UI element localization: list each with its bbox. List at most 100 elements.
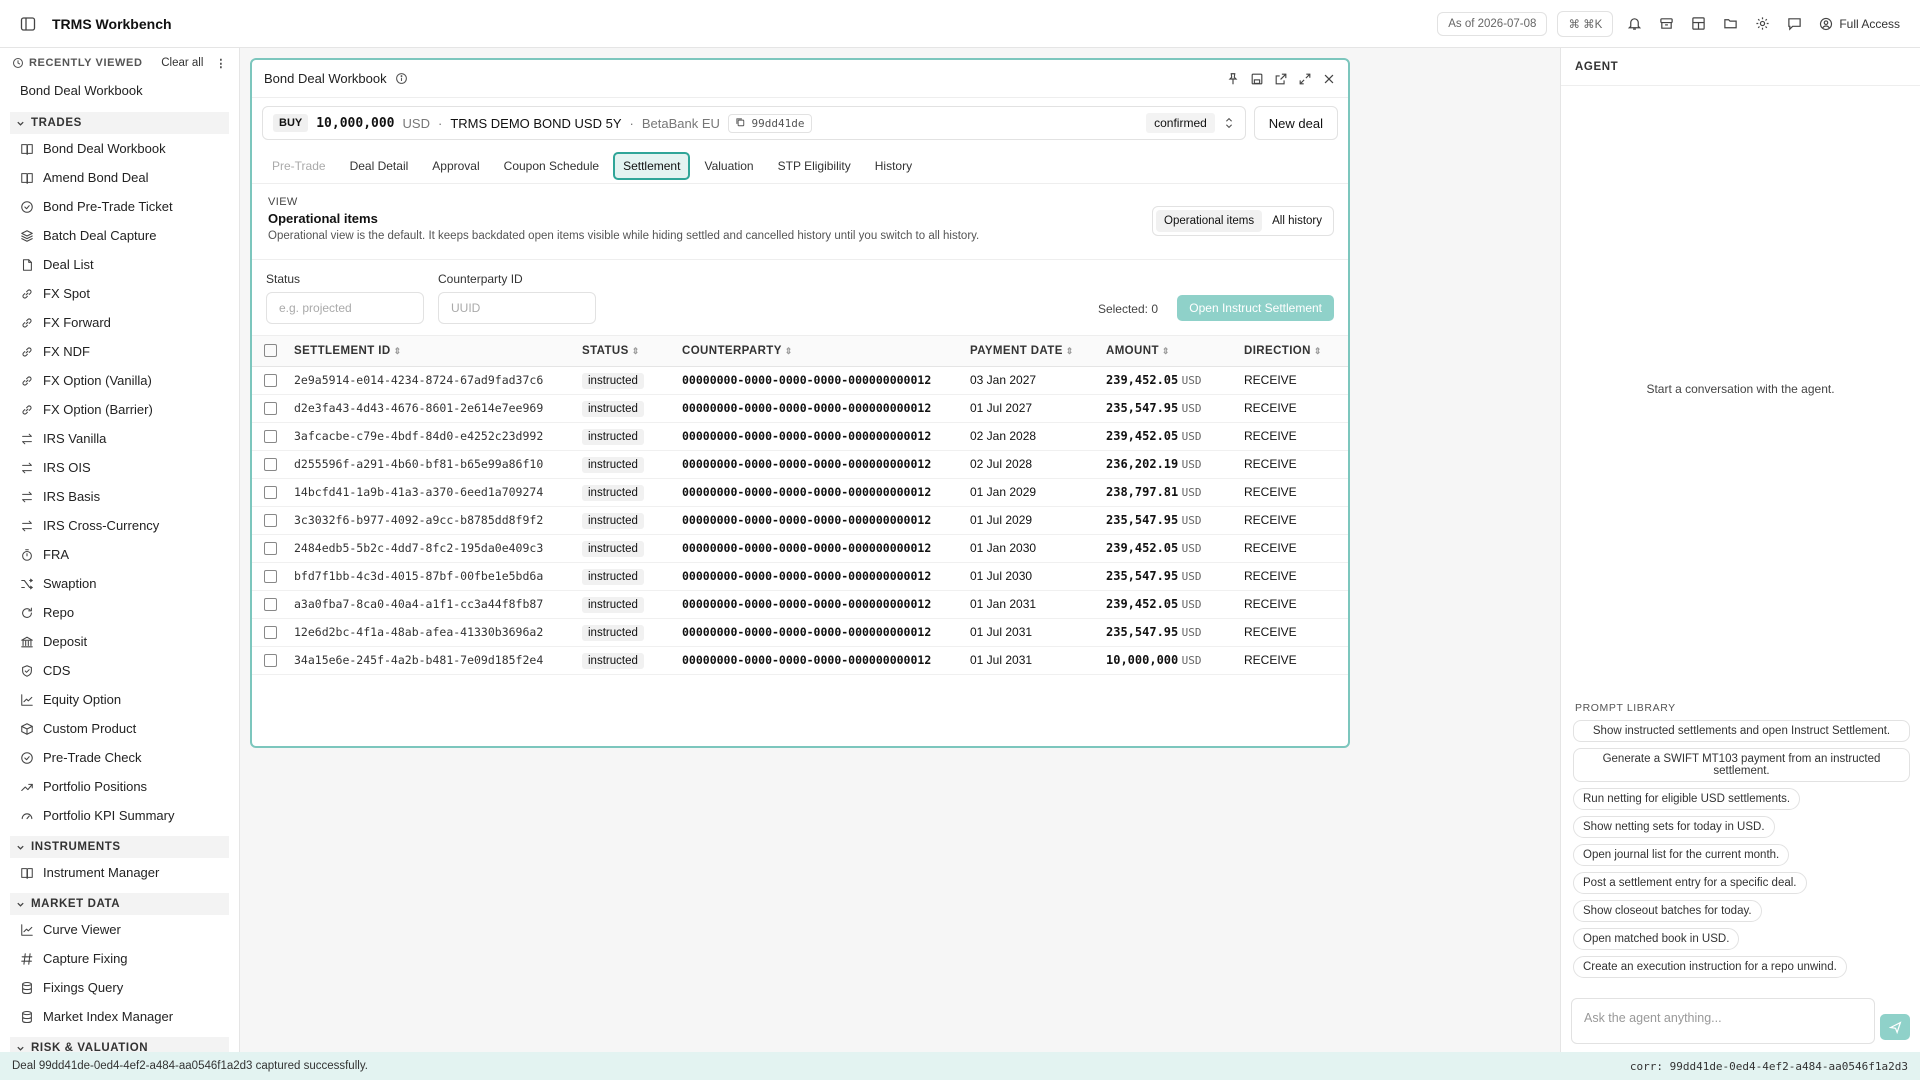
sidebar-item[interactable]: Capture Fixing — [0, 944, 239, 973]
tab-deal-detail[interactable]: Deal Detail — [340, 152, 419, 180]
sidebar-item[interactable]: Batch Deal Capture — [0, 221, 239, 250]
row-checkbox[interactable] — [264, 570, 277, 584]
sidebar-item[interactable]: Amend Bond Deal — [0, 163, 239, 192]
table-row[interactable]: 3afcacbe-c79e-4bdf-84d0-e4252c23d992 inst… — [252, 422, 1348, 451]
table-row[interactable]: 14bcfd41-1a9b-41a3-a370-6eed1a709274 inst… — [252, 478, 1348, 507]
select-all-checkbox[interactable] — [264, 344, 277, 358]
tab-history[interactable]: History — [865, 152, 922, 180]
clear-all-button[interactable]: Clear all — [161, 57, 203, 69]
sidebar-item[interactable]: FX Option (Vanilla) — [0, 366, 239, 395]
folder-icon[interactable] — [1719, 13, 1741, 35]
deal-status-select[interactable]: confirmed — [1146, 113, 1235, 133]
sidebar-item[interactable]: Repo — [0, 598, 239, 627]
sidebar-item[interactable]: IRS Cross-Currency — [0, 511, 239, 540]
table-row[interactable]: 2e9a5914-e014-4234-8724-67ad9fad37c6 inst… — [252, 366, 1348, 395]
row-checkbox[interactable] — [264, 430, 277, 444]
tab-stp-eligibility[interactable]: STP Eligibility — [768, 152, 861, 180]
sidebar-item[interactable]: Fixings Query — [0, 973, 239, 1002]
sidebar-item[interactable]: Deal List — [0, 250, 239, 279]
sidebar-item[interactable]: FRA — [0, 540, 239, 569]
prompt-chip[interactable]: Show closeout batches for today. — [1573, 900, 1762, 922]
counterparty-filter-input[interactable]: UUID — [438, 292, 596, 324]
info-icon[interactable] — [395, 72, 408, 85]
deal-id-chip[interactable]: 99dd41de — [727, 113, 812, 133]
table-row[interactable]: 12e6d2bc-4f1a-48ab-afea-41330b3696a2 inst… — [252, 618, 1348, 647]
row-checkbox[interactable] — [264, 458, 277, 472]
prompt-chip[interactable]: Open journal list for the current month. — [1573, 844, 1790, 866]
row-checkbox[interactable] — [264, 654, 277, 668]
col-payment-date[interactable]: PAYMENT DATE ⇕ — [970, 336, 1106, 367]
tab-coupon-schedule[interactable]: Coupon Schedule — [494, 152, 609, 180]
table-row[interactable]: a3a0fba7-8ca0-40a4-a1f1-cc3a44f8fb87 inst… — [252, 590, 1348, 619]
col-status[interactable]: STATUS ⇕ — [582, 336, 682, 367]
tab-pre-trade[interactable]: Pre-Trade — [262, 152, 336, 180]
sidebar-item[interactable]: Market Index Manager — [0, 1002, 239, 1031]
save-icon[interactable] — [1250, 72, 1264, 86]
gear-icon[interactable] — [1751, 13, 1773, 35]
table-row[interactable]: 3c3032f6-b977-4092-a9cc-b8785dd8f9f2 inst… — [252, 506, 1348, 535]
view-option-all-history[interactable]: All history — [1264, 210, 1330, 232]
status-filter-input[interactable]: e.g. projected — [266, 292, 424, 324]
prompt-chip[interactable]: Create an execution instruction for a re… — [1573, 956, 1847, 978]
view-option-operational[interactable]: Operational items — [1156, 210, 1263, 232]
row-checkbox[interactable] — [264, 514, 277, 528]
prompt-chip[interactable]: Show instructed settlements and open Ins… — [1573, 720, 1910, 742]
table-row[interactable]: d255596f-a291-4b60-bf81-b65e99a86f10 inst… — [252, 450, 1348, 479]
table-row[interactable]: 2484edb5-5b2c-4dd7-8fc2-195da0e409c3 inst… — [252, 534, 1348, 563]
table-row[interactable]: bfd7f1bb-4c3d-4015-87bf-00fbe1e5bd6a inst… — [252, 562, 1348, 591]
agent-input[interactable]: Ask the agent anything... — [1571, 998, 1875, 1044]
tab-settlement[interactable]: Settlement — [613, 151, 691, 180]
bell-icon[interactable] — [1623, 13, 1645, 35]
sidebar-item[interactable]: IRS Vanilla — [0, 424, 239, 453]
prompt-chip[interactable]: Open matched book in USD. — [1573, 928, 1740, 950]
table-row[interactable]: d2e3fa43-4d43-4676-8601-2e614e7ee969 inst… — [252, 394, 1348, 423]
recent-item[interactable]: Bond Deal Workbook — [0, 76, 239, 106]
table-row[interactable]: 34a15e6e-245f-4a2b-b481-7e09d185f2e4 inst… — [252, 646, 1348, 675]
sidebar-toggle-icon[interactable] — [14, 10, 42, 38]
sidebar-section-header[interactable]: INSTRUMENTS — [10, 836, 229, 858]
layout-icon[interactable] — [1687, 13, 1709, 35]
sidebar-item[interactable]: IRS OIS — [0, 453, 239, 482]
row-checkbox[interactable] — [264, 486, 277, 500]
new-deal-button[interactable]: New deal — [1253, 106, 1338, 140]
archive-icon[interactable] — [1655, 13, 1677, 35]
close-icon[interactable] — [1322, 72, 1336, 86]
sidebar-section-header[interactable]: TRADES — [10, 112, 229, 134]
command-palette-shortcut[interactable]: ⌘ ⌘K — [1557, 10, 1614, 37]
sidebar-section-header[interactable]: MARKET DATA — [10, 893, 229, 915]
col-amount[interactable]: AMOUNT ⇕ — [1106, 336, 1244, 367]
row-checkbox[interactable] — [264, 598, 277, 612]
pin-icon[interactable] — [1226, 72, 1240, 86]
row-checkbox[interactable] — [264, 374, 277, 388]
col-direction[interactable]: DIRECTION ⇕ — [1244, 336, 1348, 367]
access-indicator[interactable]: Full Access — [1819, 17, 1900, 31]
col-settlement-id[interactable]: SETTLEMENT ID ⇕ — [294, 336, 582, 367]
sidebar-item[interactable]: Portfolio KPI Summary — [0, 801, 239, 830]
sidebar-item[interactable]: FX Option (Barrier) — [0, 395, 239, 424]
sidebar-item[interactable]: IRS Basis — [0, 482, 239, 511]
more-vertical-icon[interactable]: ⋮ — [215, 57, 227, 70]
sidebar-item[interactable]: Bond Deal Workbook — [0, 134, 239, 163]
sidebar-item[interactable]: CDS — [0, 656, 239, 685]
tab-approval[interactable]: Approval — [422, 152, 489, 180]
prompt-chip[interactable]: Show netting sets for today in USD. — [1573, 816, 1775, 838]
sidebar-item[interactable]: FX NDF — [0, 337, 239, 366]
chat-icon[interactable] — [1783, 13, 1805, 35]
sidebar-item[interactable]: Portfolio Positions — [0, 772, 239, 801]
sidebar-item[interactable]: Bond Pre-Trade Ticket — [0, 192, 239, 221]
sidebar-item[interactable]: FX Forward — [0, 308, 239, 337]
sidebar-item[interactable]: Pre-Trade Check — [0, 743, 239, 772]
sidebar-section-header[interactable]: RISK & VALUATION — [10, 1037, 229, 1052]
send-button[interactable] — [1880, 1014, 1910, 1040]
sidebar-item[interactable]: Custom Product — [0, 714, 239, 743]
sidebar-item[interactable]: Equity Option — [0, 685, 239, 714]
row-checkbox[interactable] — [264, 402, 277, 416]
maximize-icon[interactable] — [1298, 72, 1312, 86]
tab-valuation[interactable]: Valuation — [694, 152, 763, 180]
prompt-chip[interactable]: Post a settlement entry for a specific d… — [1573, 872, 1807, 894]
open-instruct-settlement-button[interactable]: Open Instruct Settlement — [1177, 295, 1334, 321]
row-checkbox[interactable] — [264, 626, 277, 640]
sidebar-item[interactable]: FX Spot — [0, 279, 239, 308]
col-counterparty[interactable]: COUNTERPARTY ⇕ — [682, 336, 970, 367]
sidebar-item[interactable]: Instrument Manager — [0, 858, 239, 887]
